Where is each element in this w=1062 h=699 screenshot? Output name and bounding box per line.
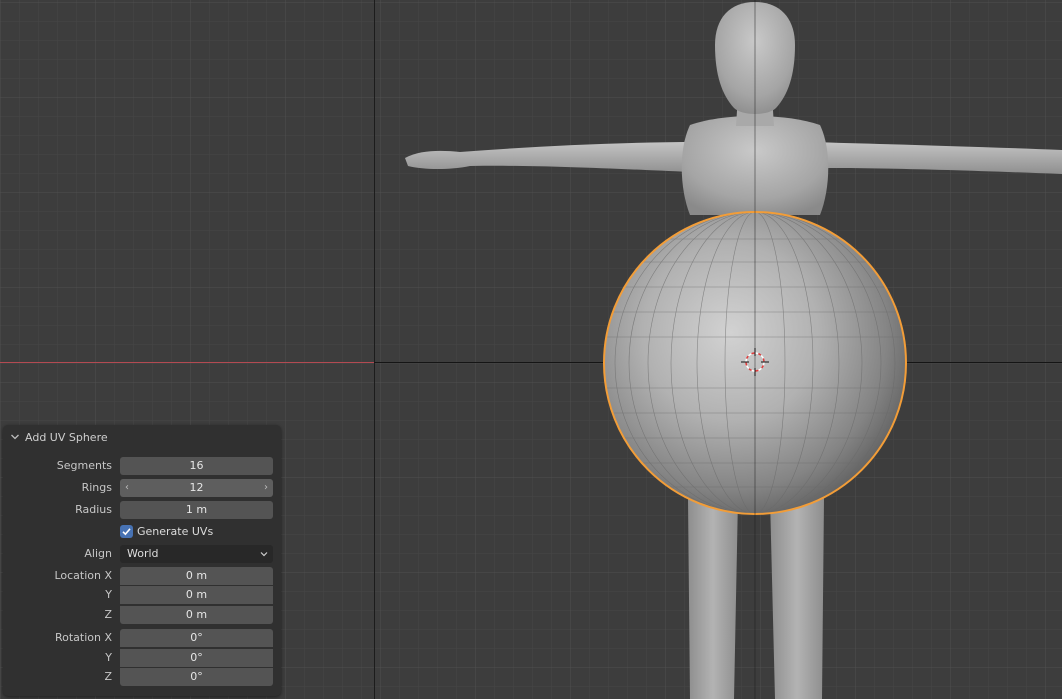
rotation-z-label: Z: [104, 670, 112, 683]
chevron-right-icon[interactable]: ›: [259, 479, 273, 497]
location-y-label: Y: [105, 588, 112, 601]
location-y-field[interactable]: 0 m: [120, 586, 273, 604]
chevron-left-icon[interactable]: ‹: [120, 479, 134, 497]
radius-row: Radius 1 m: [3, 501, 281, 519]
segments-field[interactable]: 16: [120, 457, 273, 475]
segments-label: Segments: [56, 459, 112, 472]
rotation-y-label: Y: [105, 651, 112, 664]
generate-uvs-checkbox[interactable]: [120, 525, 133, 538]
segments-row: Segments 16: [3, 457, 281, 475]
rings-field[interactable]: ‹ 12 ›: [120, 479, 273, 497]
location-x-field[interactable]: 0 m: [120, 567, 273, 585]
location-z-field[interactable]: 0 m: [120, 606, 273, 624]
rotation-z-field[interactable]: 0°: [120, 668, 273, 686]
rotation-y-field[interactable]: 0°: [120, 649, 273, 667]
rotation-y-row: Y 0°: [3, 649, 281, 667]
checkmark-icon: [122, 528, 131, 536]
generate-uvs-row[interactable]: Generate UVs: [3, 523, 281, 541]
rings-label: Rings: [81, 481, 112, 494]
panel-header[interactable]: Add UV Sphere: [3, 428, 281, 446]
align-label: Align: [84, 547, 112, 560]
radius-label: Radius: [75, 503, 112, 516]
chevron-down-icon[interactable]: [10, 432, 20, 442]
radius-field[interactable]: 1 m: [120, 501, 273, 519]
location-x-row: Location X 0 m: [3, 567, 281, 585]
add-uv-sphere-panel: Add UV Sphere Segments 16 Rings ‹ 12 › R…: [3, 425, 281, 696]
align-value: World: [127, 547, 159, 560]
location-z-label: Z: [104, 608, 112, 621]
rotation-z-row: Z 0°: [3, 668, 281, 686]
rings-value: 12: [189, 481, 204, 494]
generate-uvs-label: Generate UVs: [137, 525, 214, 538]
location-z-row: Z 0 m: [3, 606, 281, 624]
rings-row: Rings ‹ 12 ›: [3, 479, 281, 497]
panel-title: Add UV Sphere: [25, 430, 108, 444]
location-y-row: Y 0 m: [3, 586, 281, 604]
chevron-down-icon: [260, 552, 268, 557]
align-dropdown[interactable]: World: [120, 545, 273, 563]
align-row: Align World: [3, 545, 281, 563]
location-x-label: Location X: [54, 569, 112, 582]
rotation-x-field[interactable]: 0°: [120, 629, 273, 647]
rotation-x-label: Rotation X: [54, 631, 112, 644]
rotation-x-row: Rotation X 0°: [3, 629, 281, 647]
